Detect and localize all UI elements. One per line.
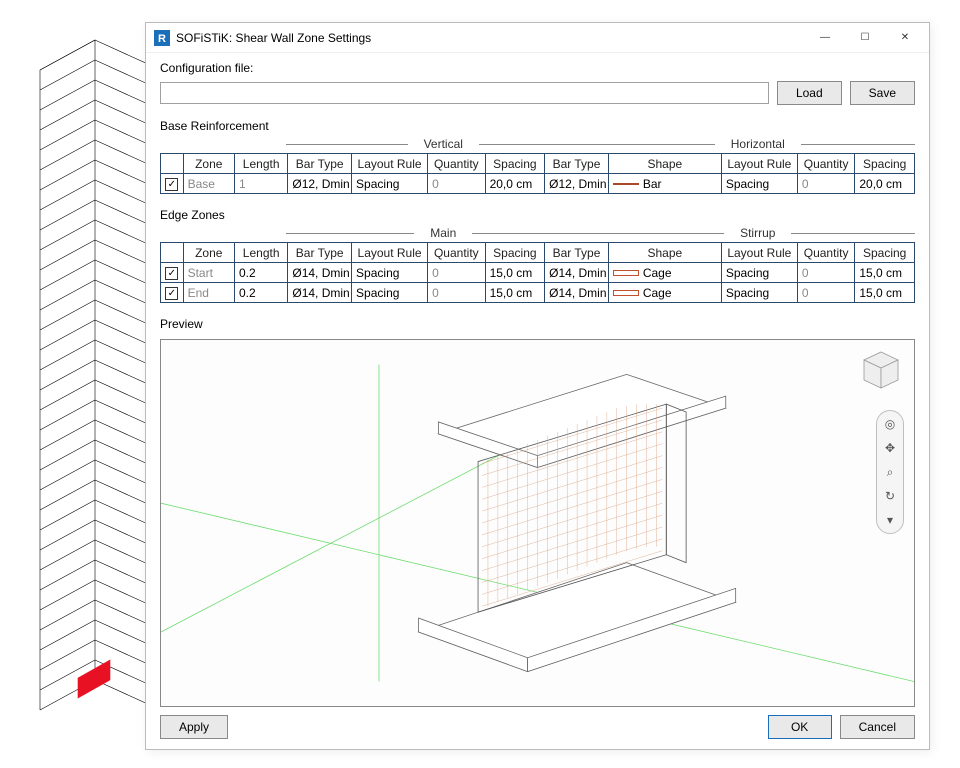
edge-group-main: Main (414, 226, 472, 240)
cell-layoutrule2[interactable]: Spacing (721, 263, 797, 283)
cell-quantity[interactable]: 0 (428, 174, 486, 194)
minimize-button[interactable]: — (805, 24, 845, 52)
zoom-icon[interactable]: ⌕ (881, 463, 899, 481)
steering-wheel-icon[interactable]: ◎ (881, 415, 899, 433)
cell-spacing[interactable]: 15,0 cm (485, 283, 545, 303)
cancel-button[interactable]: Cancel (840, 715, 915, 739)
shape-bar-icon (613, 183, 639, 185)
cell-bartype2[interactable]: Ø14, Dmin (545, 263, 609, 283)
preview-label: Preview (160, 317, 915, 331)
base-reinforcement-table[interactable]: ZoneLength Bar TypeLayout RuleQuantitySp… (160, 153, 915, 194)
cell-quantity2[interactable]: 0 (797, 283, 855, 303)
ok-button[interactable]: OK (768, 715, 832, 739)
edge-group-stirrup: Stirrup (724, 226, 791, 240)
dialog-window: R SOFiSTiK: Shear Wall Zone Settings — ☐… (145, 22, 930, 750)
cell-layoutrule[interactable]: Spacing (352, 263, 428, 283)
cell-shape[interactable]: Bar (608, 174, 721, 194)
cell-spacing[interactable]: 15,0 cm (485, 263, 545, 283)
cell-quantity[interactable]: 0 (428, 263, 486, 283)
window-title: SOFiSTiK: Shear Wall Zone Settings (176, 31, 805, 45)
cell-bartype[interactable]: Ø14, Dmin (288, 283, 352, 303)
navigation-bar[interactable]: ◎ ✥ ⌕ ↻ ▾ (876, 410, 904, 534)
cell-quantity2[interactable]: 0 (797, 174, 855, 194)
edge-table-row[interactable]: Start 0.2 Ø14, Dmin Spacing 0 15,0 cm Ø1… (161, 263, 915, 283)
base-group-vertical: Vertical (408, 137, 479, 151)
base-table-header-row: ZoneLength Bar TypeLayout RuleQuantitySp… (161, 154, 915, 174)
base-reinforcement-title: Base Reinforcement (160, 119, 915, 133)
cell-bartype2[interactable]: Ø14, Dmin (545, 283, 609, 303)
chevron-down-icon[interactable]: ▾ (881, 511, 899, 529)
titlebar[interactable]: R SOFiSTiK: Shear Wall Zone Settings — ☐… (146, 23, 929, 53)
cell-layoutrule2[interactable]: Spacing (721, 283, 797, 303)
edge-table-row[interactable]: End 0.2 Ø14, Dmin Spacing 0 15,0 cm Ø14,… (161, 283, 915, 303)
load-button[interactable]: Load (777, 81, 842, 105)
cell-layoutrule[interactable]: Spacing (352, 174, 428, 194)
cell-length[interactable]: 0.2 (234, 283, 287, 303)
config-file-label: Configuration file: (160, 61, 915, 75)
shape-cage-icon (613, 290, 639, 296)
cell-bartype2[interactable]: Ø12, Dmin (545, 174, 609, 194)
edge-group-header: Main Stirrup (160, 226, 915, 240)
revit-icon: R (154, 30, 170, 46)
cell-spacing2[interactable]: 20,0 cm (855, 174, 915, 194)
cell-zone[interactable]: Base (183, 174, 234, 194)
shape-cage-icon (613, 270, 639, 276)
edge-table-header-row: ZoneLength Bar TypeLayout RuleQuantitySp… (161, 243, 915, 263)
maximize-button[interactable]: ☐ (845, 24, 885, 52)
cell-zone[interactable]: End (183, 283, 234, 303)
cell-spacing[interactable]: 20,0 cm (485, 174, 545, 194)
cell-spacing2[interactable]: 15,0 cm (855, 263, 915, 283)
cell-length[interactable]: 0.2 (234, 263, 287, 283)
row-checkbox[interactable] (165, 178, 178, 191)
viewcube[interactable] (858, 348, 904, 394)
cell-bartype[interactable]: Ø14, Dmin (288, 263, 352, 283)
cell-length[interactable]: 1 (234, 174, 287, 194)
base-table-row[interactable]: Base 1 Ø12, Dmin Spacing 0 20,0 cm Ø12, … (161, 174, 915, 194)
row-checkbox[interactable] (165, 267, 178, 280)
cell-layoutrule[interactable]: Spacing (352, 283, 428, 303)
cell-shape[interactable]: Cage (608, 283, 721, 303)
apply-button[interactable]: Apply (160, 715, 228, 739)
row-checkbox[interactable] (165, 287, 178, 300)
base-group-header: Vertical Horizontal (160, 137, 915, 151)
preview-viewport[interactable]: ◎ ✥ ⌕ ↻ ▾ (160, 339, 915, 707)
pan-icon[interactable]: ✥ (881, 439, 899, 457)
cell-quantity2[interactable]: 0 (797, 263, 855, 283)
orbit-icon[interactable]: ↻ (881, 487, 899, 505)
edge-zones-table[interactable]: ZoneLength Bar TypeLayout RuleQuantitySp… (160, 242, 915, 303)
svg-text:R: R (158, 33, 166, 45)
edge-zones-title: Edge Zones (160, 208, 915, 222)
cell-bartype[interactable]: Ø12, Dmin (288, 174, 352, 194)
save-button[interactable]: Save (850, 81, 915, 105)
close-button[interactable]: ✕ (885, 24, 925, 52)
cell-quantity[interactable]: 0 (428, 283, 486, 303)
cell-shape[interactable]: Cage (608, 263, 721, 283)
cell-spacing2[interactable]: 15,0 cm (855, 283, 915, 303)
cell-zone[interactable]: Start (183, 263, 234, 283)
config-file-input[interactable] (160, 82, 769, 104)
base-group-horizontal: Horizontal (715, 137, 801, 151)
cell-layoutrule2[interactable]: Spacing (721, 174, 797, 194)
